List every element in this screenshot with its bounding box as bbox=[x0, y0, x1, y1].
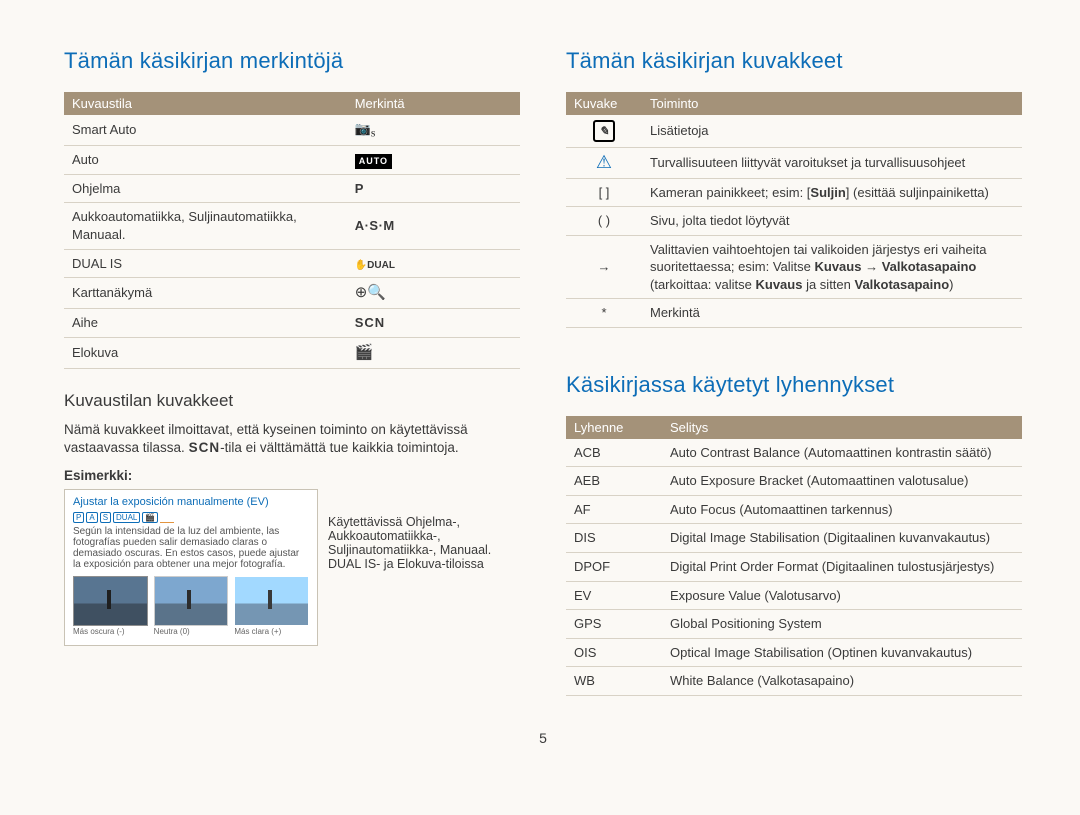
table-row: EVExposure Value (Valotusarvo) bbox=[566, 581, 1022, 610]
example-note: Käytettävissä Ohjelma-, Aukkoautomatiikk… bbox=[328, 489, 520, 571]
thumb-brighter: Más clara (+) bbox=[234, 576, 309, 637]
thumb-darker: Más oscura (-) bbox=[73, 576, 148, 637]
badge-p: P bbox=[73, 512, 84, 523]
example-box: Ajustar la exposición manualmente (EV) P… bbox=[64, 489, 318, 646]
map-view-icon: ⊕🔍 bbox=[355, 284, 386, 301]
warning-icon: ⚠ bbox=[596, 152, 612, 172]
table-row: ( ) Sivu, jolta tiedot löytyvät bbox=[566, 207, 1022, 236]
badge-film: 🎬 bbox=[142, 512, 158, 523]
badge-dual: DUAL bbox=[113, 512, 140, 523]
table-row: Smart Auto 📷S bbox=[64, 115, 520, 146]
badge-s: S bbox=[100, 512, 111, 523]
mode-mark-table: Kuvaustila Merkintä Smart Auto 📷S Auto A… bbox=[64, 92, 520, 369]
page-columns: Tämän käsikirjan merkintöjä Kuvaustila M… bbox=[64, 48, 1022, 696]
right-title-1: Tämän käsikirjan kuvakkeet bbox=[566, 48, 1022, 74]
scn-inline-icon: SCN bbox=[189, 440, 221, 455]
shooting-icons-heading: Kuvaustilan kuvakkeet bbox=[64, 391, 520, 411]
table-row: Auto AUTO bbox=[64, 146, 520, 175]
example-thumbs: Más oscura (-) Neutra (0) Más clara (+) bbox=[73, 576, 309, 637]
example-title: Ajustar la exposición manualmente (EV) bbox=[73, 496, 309, 508]
info-icon: ✎ bbox=[593, 120, 615, 142]
th-mode: Kuvaustila bbox=[64, 92, 347, 115]
smart-auto-icon: 📷S bbox=[355, 121, 376, 136]
example-wrapper: Ajustar la exposición manualmente (EV) P… bbox=[64, 489, 520, 646]
table-row: Aihe SCN bbox=[64, 309, 520, 338]
table-row: → Valittavien vaihtoehtojen tai valikoid… bbox=[566, 235, 1022, 299]
th-func: Toiminto bbox=[642, 92, 1022, 115]
table-row: OISOptical Image Stabilisation (Optinen … bbox=[566, 638, 1022, 667]
asterisk-icon: * bbox=[566, 299, 642, 328]
icon-function-table: Kuvake Toiminto ✎ Lisätietoja ⚠ Turvalli… bbox=[566, 92, 1022, 328]
th-abbr: Lyhenne bbox=[566, 416, 662, 439]
example-mode-badges: P A S DUAL 🎬 bbox=[73, 512, 309, 523]
table-row: Ohjelma P bbox=[64, 174, 520, 203]
badge-a: A bbox=[86, 512, 97, 523]
table-row: AFAuto Focus (Automaattinen tarkennus) bbox=[566, 495, 1022, 524]
movie-icon: 🎬 bbox=[355, 344, 374, 361]
table-row: WBWhite Balance (Valkotasapaino) bbox=[566, 667, 1022, 696]
table-row: GPSGlobal Positioning System bbox=[566, 610, 1022, 639]
shooting-icons-desc: Nämä kuvakkeet ilmoittavat, että kyseine… bbox=[64, 421, 520, 457]
thumb-neutral: Neutra (0) bbox=[154, 576, 229, 637]
left-column: Tämän käsikirjan merkintöjä Kuvaustila M… bbox=[64, 48, 520, 696]
brackets-desc: Kameran painikkeet; esim: [Suljin] (esit… bbox=[642, 178, 1022, 207]
callout-line bbox=[160, 522, 174, 523]
table-row: ✎ Lisätietoja bbox=[566, 115, 1022, 148]
th-mark: Merkintä bbox=[347, 92, 520, 115]
th-icon: Kuvake bbox=[566, 92, 642, 115]
table-row: ⚠ Turvallisuuteen liittyvät varoitukset … bbox=[566, 148, 1022, 179]
right-column: Tämän käsikirjan kuvakkeet Kuvake Toimin… bbox=[566, 48, 1022, 696]
page-number: 5 bbox=[64, 730, 1022, 746]
brackets-icon: [ ] bbox=[566, 178, 642, 207]
table-row: DPOFDigital Print Order Format (Digitaal… bbox=[566, 553, 1022, 582]
abbreviation-table: Lyhenne Selitys ACBAuto Contrast Balance… bbox=[566, 416, 1022, 696]
example-label: Esimerkki: bbox=[64, 468, 520, 483]
right-title-2: Käsikirjassa käytetyt lyhennykset bbox=[566, 372, 1022, 398]
table-row: * Merkintä bbox=[566, 299, 1022, 328]
parens-icon: ( ) bbox=[566, 207, 642, 236]
scene-icon: SCN bbox=[355, 315, 385, 330]
arrow-desc: Valittavien vaihtoehtojen tai valikoiden… bbox=[642, 235, 1022, 299]
asm-icon: A·S·M bbox=[355, 218, 395, 233]
table-row: Karttanäkymä ⊕🔍 bbox=[64, 278, 520, 309]
auto-icon: AUTO bbox=[355, 154, 392, 168]
table-row: ACBAuto Contrast Balance (Automaattinen … bbox=[566, 439, 1022, 467]
arrow-icon: → bbox=[566, 235, 642, 299]
table-row: DUAL IS ✋DUAL bbox=[64, 249, 520, 278]
th-def: Selitys bbox=[662, 416, 1022, 439]
table-row: Elokuva 🎬 bbox=[64, 337, 520, 368]
table-row: [ ] Kameran painikkeet; esim: [Suljin] (… bbox=[566, 178, 1022, 207]
table-row: AEBAuto Exposure Bracket (Automaattinen … bbox=[566, 467, 1022, 496]
dual-is-icon: ✋DUAL bbox=[355, 260, 395, 271]
program-icon: P bbox=[355, 181, 364, 196]
left-title: Tämän käsikirjan merkintöjä bbox=[64, 48, 520, 74]
table-row: Aukkoautomatiikka, Suljinautomatiikka, M… bbox=[64, 203, 520, 249]
table-row: DISDigital Image Stabilisation (Digitaal… bbox=[566, 524, 1022, 553]
example-body: Según la intensidad de la luz del ambien… bbox=[73, 526, 309, 570]
